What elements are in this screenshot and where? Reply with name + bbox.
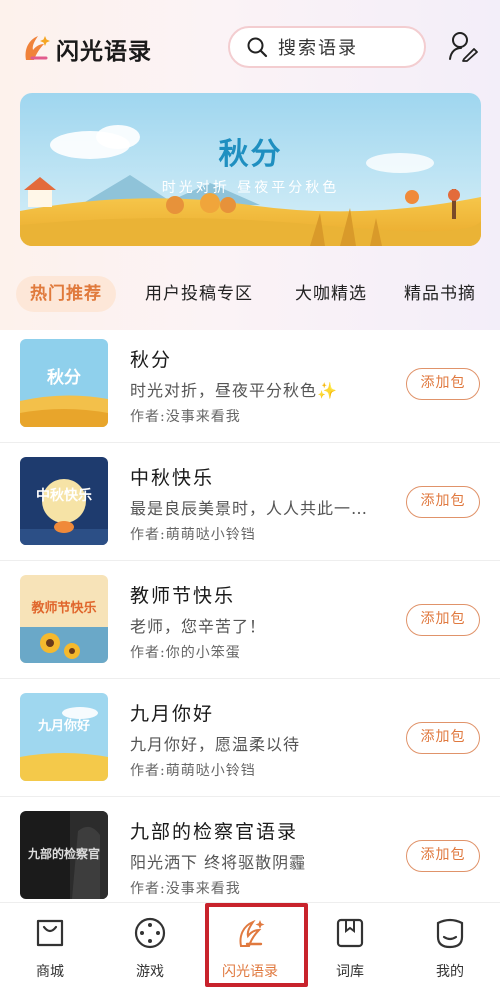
item-author: 作者:萌萌哒小铃铛	[130, 527, 256, 543]
item-description: 阳光洒下 终将驱散阴霾	[130, 853, 307, 872]
item-description: 九月你好，愿温柔以待	[130, 735, 301, 754]
selection-highlight-box	[205, 903, 308, 987]
item-author: 作者:萌萌哒小铃铛	[130, 763, 256, 779]
banner-title: 秋分	[218, 137, 283, 172]
item-title: 秋分	[130, 349, 173, 371]
tabbar-item-shop[interactable]: 商城	[0, 903, 100, 992]
search-input[interactable]: 搜索语录	[228, 26, 426, 68]
app-name: 闪光语录	[56, 39, 152, 65]
add-pack-button[interactable]: 添加包	[406, 722, 480, 754]
item-title: 九部的检察官语录	[130, 821, 299, 843]
item-description: 时光对折，昼夜平分秋色✨	[130, 381, 338, 400]
promo-banner[interactable]: 秋分 时光对折 昼夜平分秋色	[20, 93, 481, 246]
thumb-text: 九月你好	[37, 719, 90, 734]
add-pack-button[interactable]: 添加包	[406, 840, 480, 872]
tab-book-excerpts[interactable]: 精品书摘	[404, 276, 476, 312]
banner-subtitle: 时光对折 昼夜平分秋色	[161, 180, 340, 196]
add-pack-button[interactable]: 添加包	[406, 604, 480, 636]
shop-bag-icon	[36, 919, 64, 947]
tab-hot-recommend[interactable]: 热门推荐	[16, 276, 116, 312]
list-item[interactable]: 秋分 秋分 时光对折，昼夜平分秋色✨ 作者:没事来看我 添加包	[0, 325, 500, 443]
tab-celebrity-picks[interactable]: 大咖精选	[295, 276, 367, 312]
thumb-text: 九部的检察官	[27, 847, 100, 861]
list-item[interactable]: 九部的检察官 九部的检察官语录 阳光洒下 终将驱散阴霾 作者:没事来看我 添加包	[0, 797, 500, 915]
item-author: 作者:没事来看我	[130, 881, 241, 897]
item-description: 最是良辰美景时，人人共此一轮明月	[130, 499, 380, 518]
item-thumbnail: 九部的检察官	[20, 811, 108, 899]
list-item[interactable]: 教师节快乐 教师节快乐 老师，您辛苦了！ 作者:你的小笨蛋 添加包	[0, 561, 500, 679]
thumb-text: 中秋快乐	[36, 488, 92, 504]
search-icon	[247, 37, 268, 58]
tab-user-submissions[interactable]: 用户投稿专区	[145, 276, 253, 312]
profile-icon	[436, 918, 464, 949]
item-author: 作者:没事来看我	[130, 409, 241, 425]
item-thumbnail: 中秋快乐	[20, 457, 108, 545]
game-icon	[134, 917, 166, 949]
item-author: 作者:你的小笨蛋	[130, 645, 241, 661]
tabbar-item-profile[interactable]: 我的	[400, 903, 500, 992]
add-pack-button[interactable]: 添加包	[406, 486, 480, 518]
item-thumbnail: 教师节快乐	[20, 575, 108, 663]
thumb-text: 教师节快乐	[31, 601, 97, 616]
item-thumbnail: 九月你好	[20, 693, 108, 781]
tabbar-item-lexicon[interactable]: 词库	[300, 903, 400, 992]
lexicon-icon	[336, 918, 364, 948]
app-logo-icon	[25, 36, 50, 60]
tabbar-item-games[interactable]: 游戏	[100, 903, 200, 992]
category-tabs: 热门推荐 用户投稿专区 大咖精选 精品书摘	[0, 276, 500, 316]
item-description: 老师，您辛苦了！	[130, 617, 267, 636]
item-title: 教师节快乐	[130, 585, 236, 607]
item-title: 中秋快乐	[130, 467, 215, 489]
item-thumbnail: 秋分	[20, 339, 108, 427]
list-item[interactable]: 中秋快乐 中秋快乐 最是良辰美景时，人人共此一轮明月 作者:萌萌哒小铃铛 添加包	[0, 443, 500, 561]
tabbar-label: 游戏	[136, 964, 164, 980]
search-placeholder: 搜索语录	[278, 38, 358, 59]
item-title: 九月你好	[130, 703, 215, 725]
app-header: 闪光语录 搜索语录	[0, 24, 500, 72]
add-pack-button[interactable]: 添加包	[406, 368, 480, 400]
tabbar-label: 我的	[436, 964, 464, 980]
tabbar-label: 词库	[336, 964, 364, 980]
tabbar-label: 商城	[36, 964, 64, 980]
list-item[interactable]: 九月你好 九月你好 九月你好，愿温柔以待 作者:萌萌哒小铃铛 添加包	[0, 679, 500, 797]
thumb-text: 秋分	[47, 368, 81, 388]
user-edit-icon[interactable]	[448, 30, 478, 62]
